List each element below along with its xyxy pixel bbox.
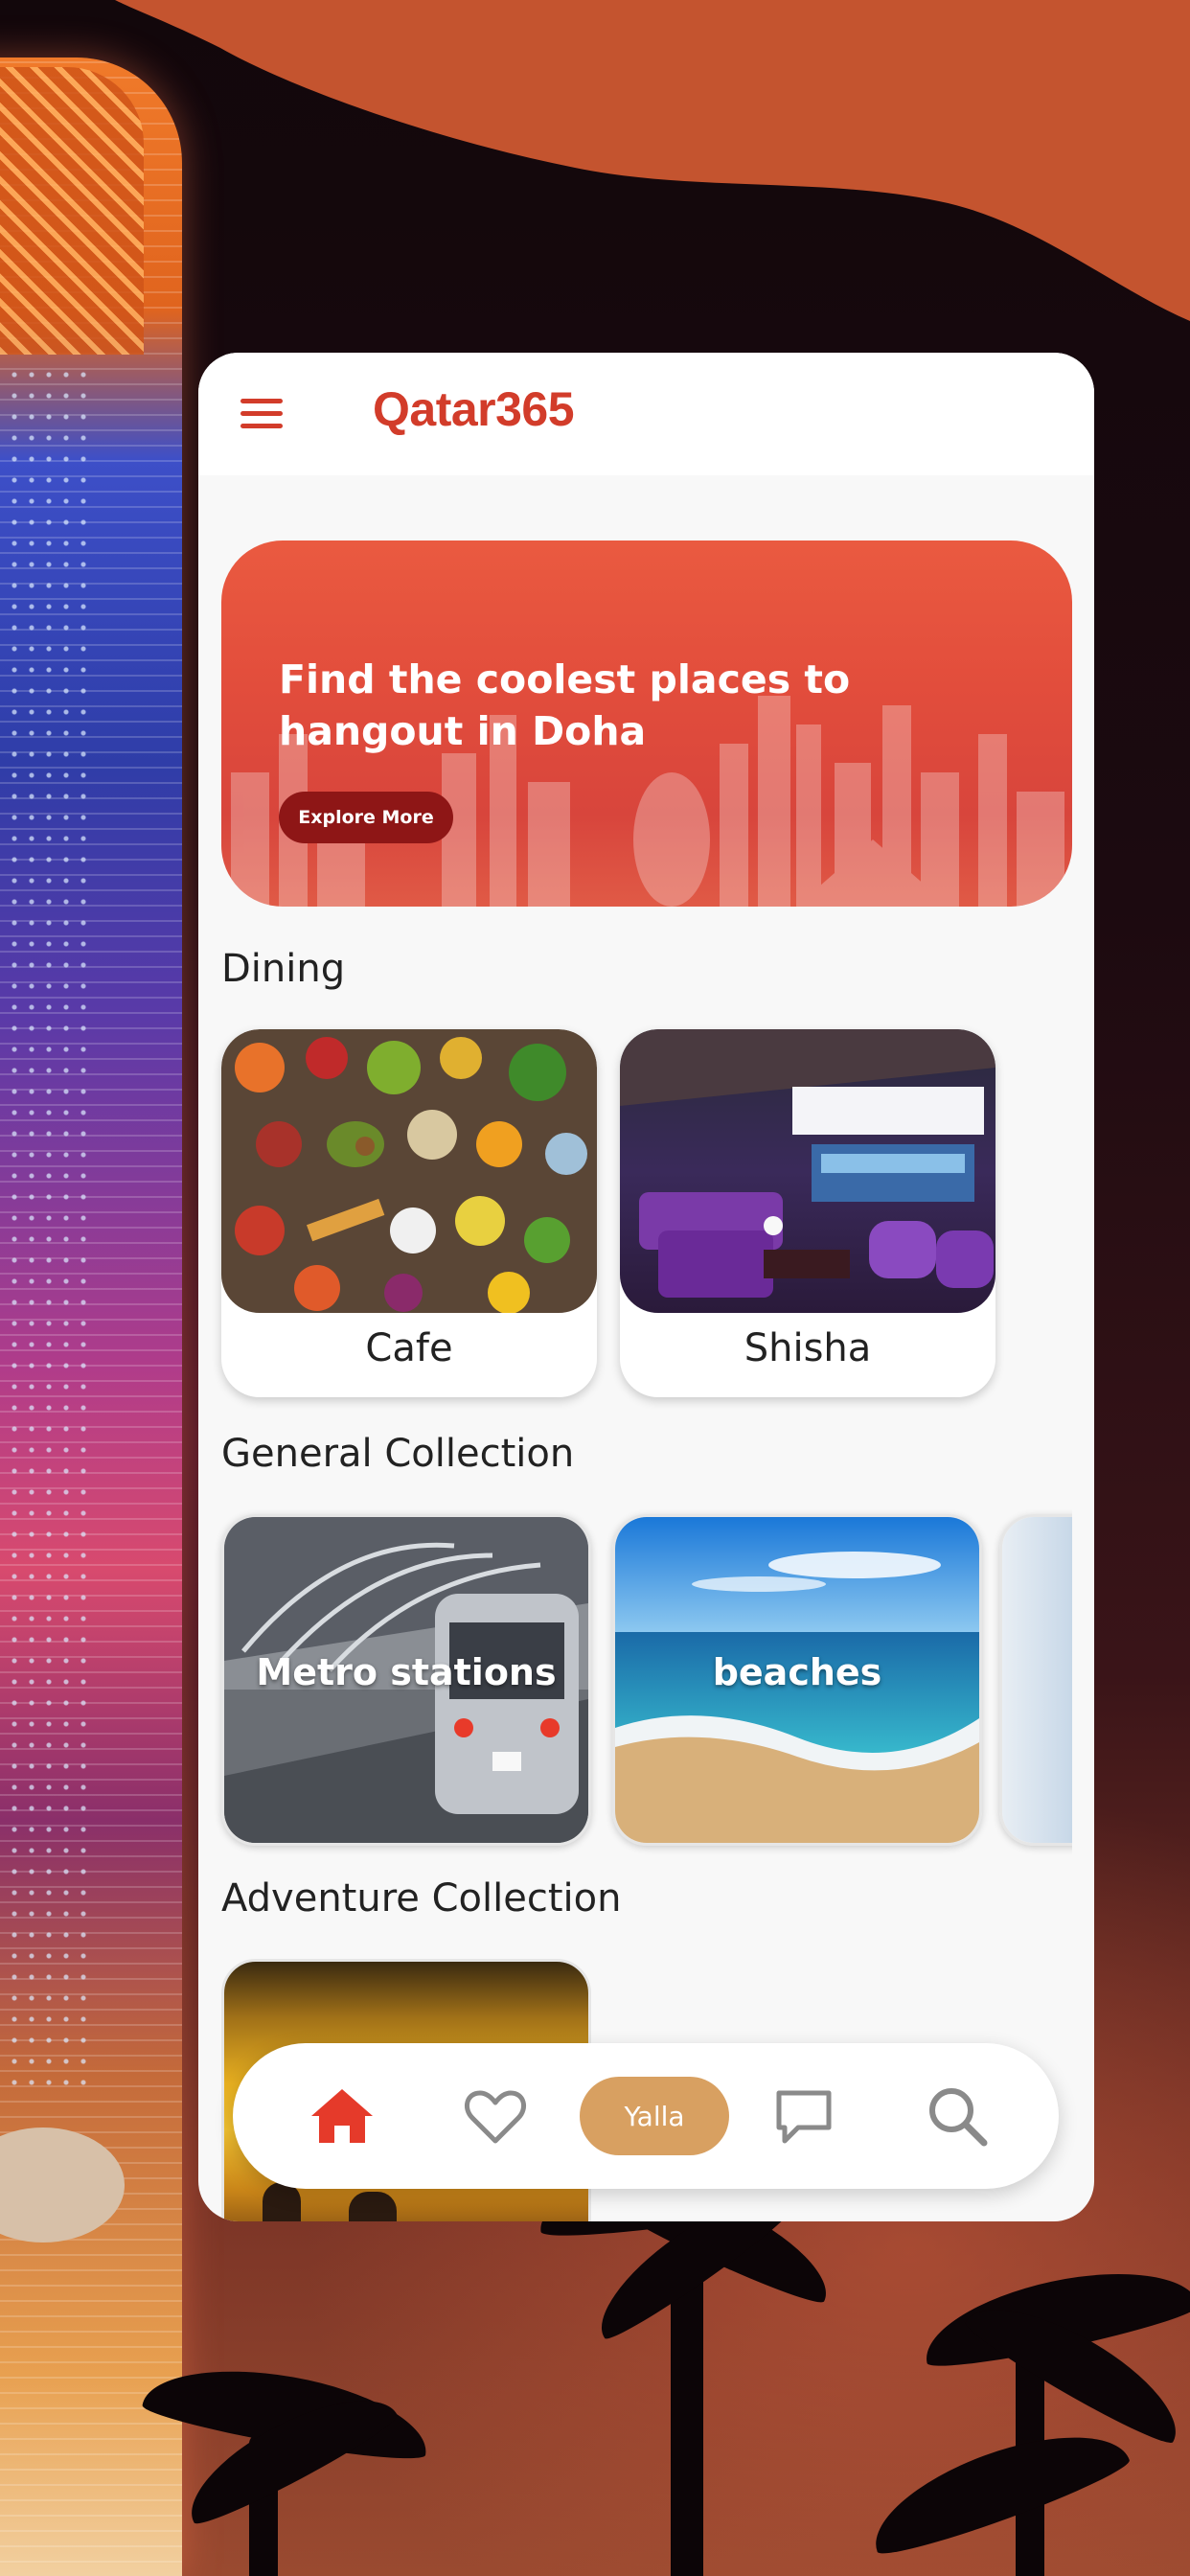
collection-card-metro-stations[interactable]: Metro stations [221,1514,591,1846]
vegetables-spread-illustration [221,1029,597,1313]
section-title-general-collection: General Collection [221,1432,575,1476]
silhouette-figure [349,2192,397,2221]
collection-card-label: Metro stations [256,1651,557,1693]
shisha-lounge-image [620,1029,995,1313]
dining-card-label: Cafe [365,1326,453,1370]
collection-card-beaches[interactable]: beaches [612,1514,982,1846]
chat-icon[interactable] [769,2082,838,2150]
explore-more-button[interactable]: Explore More [279,792,453,843]
hamburger-menu-icon[interactable] [240,397,286,431]
yalla-button[interactable]: Yalla [580,2077,729,2155]
section-title-adventure-collection: Adventure Collection [221,1876,622,1920]
bottom-navigation-bar: Yalla [233,2043,1059,2189]
lounge-interior-illustration [620,1029,995,1313]
dining-card-shisha[interactable]: Shisha [620,1029,995,1397]
heart-icon[interactable] [461,2082,530,2150]
collection-card-label: beaches [712,1651,882,1693]
app-logo-title: Qatar365 [373,382,575,436]
tower-top [0,67,144,355]
section-title-dining: Dining [221,947,346,991]
dining-card-cafe[interactable]: Cafe [221,1029,597,1397]
tower-lights [0,364,86,2089]
search-icon[interactable] [923,2082,992,2150]
dining-card-label: Shisha [744,1326,872,1370]
cafe-food-image [221,1029,597,1313]
scroll-edge-mask [1072,1503,1094,1857]
home-icon[interactable] [308,2082,377,2150]
hero-banner[interactable]: Find the coolest places to hangout in Do… [221,540,1072,907]
app-header: Qatar365 [198,353,1094,475]
hero-headline: Find the coolest places to hangout in Do… [279,656,851,754]
app-screen: Qatar365 Find the coolest places to hang… [198,353,1094,2221]
